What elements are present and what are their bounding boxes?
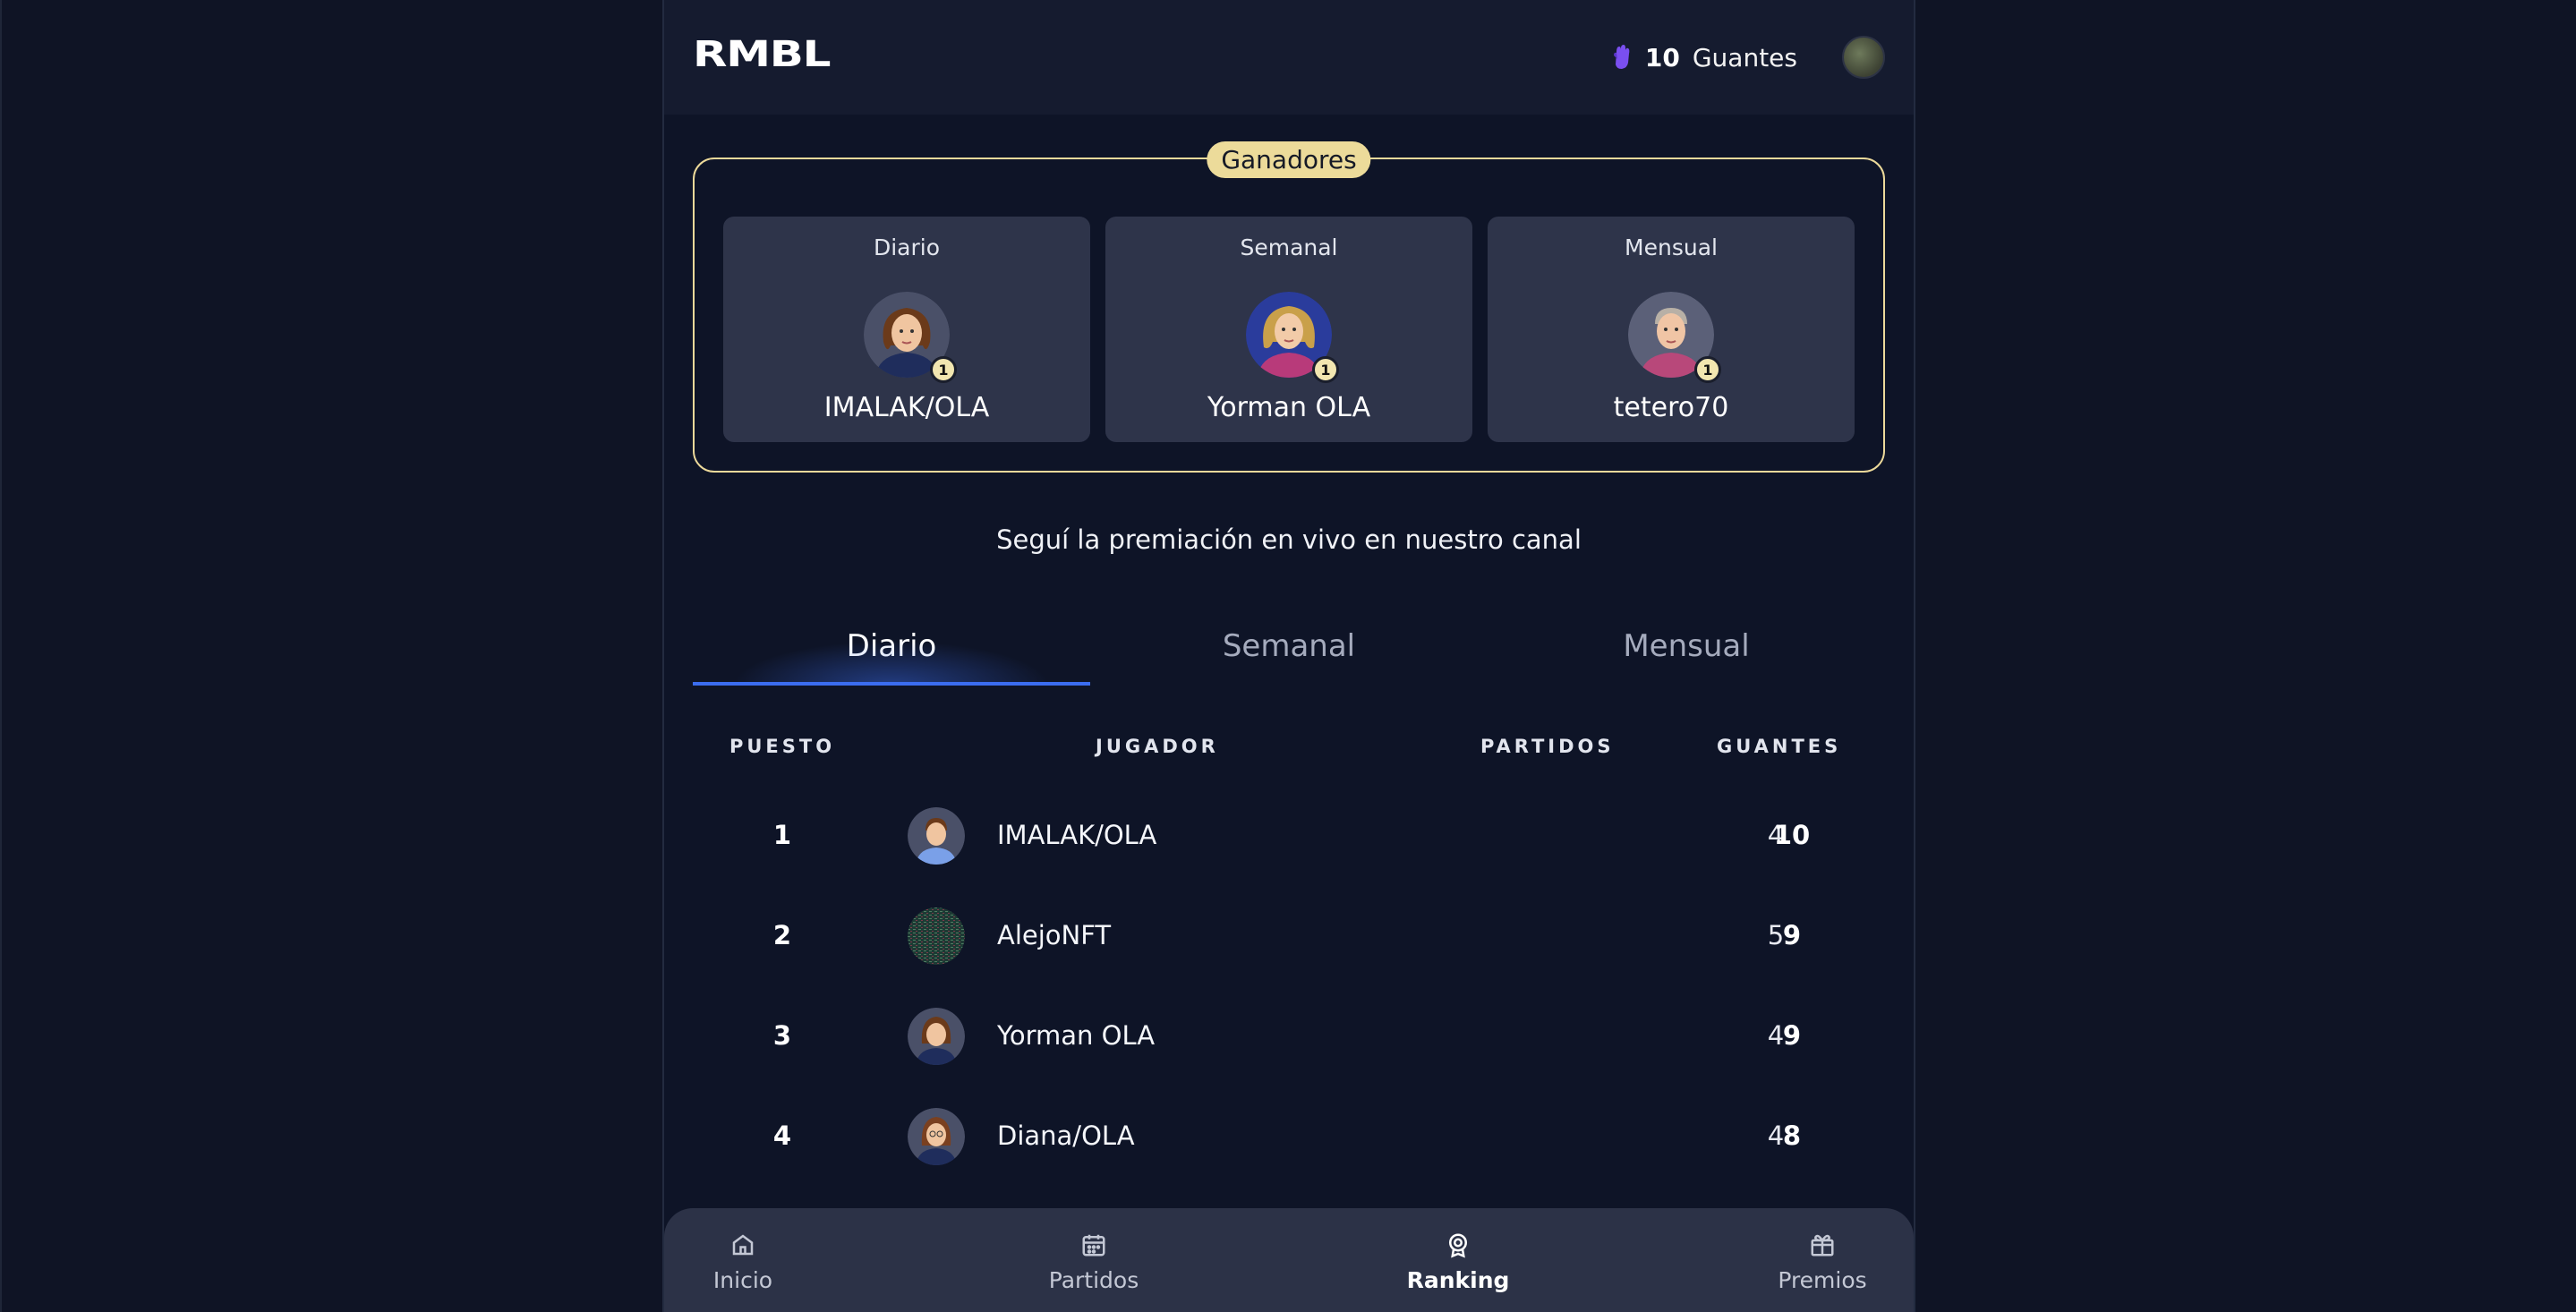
tab-daily[interactable]: Diario: [693, 618, 1090, 689]
winner-card-weekly: Semanal 1 Yorman OLA: [1105, 217, 1472, 442]
gloves-balance: 10 Guantes: [1611, 39, 1797, 75]
rank-badge: 1: [930, 356, 957, 383]
gloves-count: 10: [1644, 42, 1680, 72]
nav-label: Ranking: [1406, 1267, 1510, 1293]
tab-label: Diario: [846, 628, 937, 664]
header-position: PUESTO: [729, 736, 836, 757]
award-icon: [1449, 1233, 1467, 1258]
table-header: PUESTO JUGADOR PARTIDOS GUANTES: [693, 736, 1885, 764]
row-player: IMALAK/OLA: [997, 820, 1157, 850]
tab-weekly[interactable]: Semanal: [1090, 618, 1488, 689]
tab-label: Mensual: [1623, 628, 1750, 664]
nav-item-partidos[interactable]: Partidos: [1004, 1231, 1183, 1293]
player-avatar: [908, 1008, 965, 1065]
table-row[interactable]: 3 Yorman OLA 4 9: [693, 1001, 1885, 1072]
nav-label: Premios: [1778, 1267, 1867, 1293]
nav-item-premios[interactable]: Premios: [1733, 1231, 1912, 1293]
row-player: AlejoNFT: [997, 920, 1112, 950]
row-position: 2: [772, 920, 792, 950]
header-gloves: GUANTES: [1717, 736, 1842, 757]
top-header: RMBL 10 Guantes: [664, 0, 1914, 115]
logo[interactable]: RMBL: [693, 34, 831, 75]
ranking-tabs: Diario Semanal Mensual: [693, 618, 1885, 689]
player-avatar: [908, 1108, 965, 1165]
header-player: JUGADOR: [1096, 736, 1219, 757]
announcement-text[interactable]: Seguí la premiación en vivo en nuestro c…: [664, 524, 1914, 555]
row-player: Yorman OLA: [997, 1020, 1156, 1051]
nav-item-ranking[interactable]: Ranking: [1369, 1231, 1548, 1293]
winner-period: Mensual: [1625, 234, 1718, 260]
winner-name: Yorman OLA: [1207, 392, 1371, 423]
page-edge: [0, 0, 2, 1312]
winners-badge: Ganadores: [1207, 141, 1371, 178]
row-position: 3: [772, 1020, 792, 1051]
gloves-label: Guantes: [1692, 42, 1797, 72]
header-matches: PARTIDOS: [1480, 736, 1615, 757]
nav-label: Inicio: [712, 1267, 773, 1293]
home-icon: [732, 1234, 754, 1256]
winner-period: Semanal: [1240, 234, 1338, 260]
rank-badge: 1: [1694, 356, 1721, 383]
winner-name: tetero70: [1613, 392, 1729, 423]
player-avatar: [908, 907, 965, 965]
table-row[interactable]: 4 Diana/OLA 4 8: [693, 1101, 1885, 1172]
winner-card-monthly: Mensual 1 tetero70: [1488, 217, 1855, 442]
gift-icon: [1811, 1234, 1834, 1257]
row-position: 1: [772, 820, 792, 850]
tab-monthly[interactable]: Mensual: [1488, 618, 1885, 689]
row-gloves: 9: [1782, 1020, 1802, 1051]
rank-badge: 1: [1312, 356, 1339, 383]
row-position: 4: [772, 1120, 792, 1151]
bottom-nav: Inicio Partidos Ranking Premios: [664, 1208, 1914, 1312]
profile-avatar[interactable]: [1842, 36, 1885, 79]
winner-period: Diario: [873, 234, 941, 260]
player-avatar: [908, 807, 965, 865]
row-player: Diana/OLA: [997, 1120, 1135, 1151]
table-row[interactable]: 1 IMALAK/OLA 4 10: [693, 800, 1885, 872]
winners-panel: Ganadores Diario 1 IMALAK/OLA Semanal 1 …: [693, 141, 1885, 473]
nav-item-inicio[interactable]: Inicio: [664, 1231, 832, 1293]
nav-label: Partidos: [1048, 1267, 1139, 1293]
row-gloves: 8: [1782, 1120, 1802, 1151]
calendar-icon: [1082, 1234, 1105, 1257]
row-gloves: 10: [1773, 820, 1811, 850]
glove-icon: [1613, 45, 1630, 69]
table-row[interactable]: 2 AlejoNFT 5 9: [693, 900, 1885, 972]
winner-name: IMALAK/OLA: [823, 392, 990, 423]
tab-label: Semanal: [1222, 628, 1356, 664]
row-gloves: 9: [1782, 920, 1802, 950]
app-container: RMBL 10 Guantes Ganadores Diario 1 IMALA…: [662, 0, 1915, 1312]
winner-card-daily: Diario 1 IMALAK/OLA: [723, 217, 1090, 442]
